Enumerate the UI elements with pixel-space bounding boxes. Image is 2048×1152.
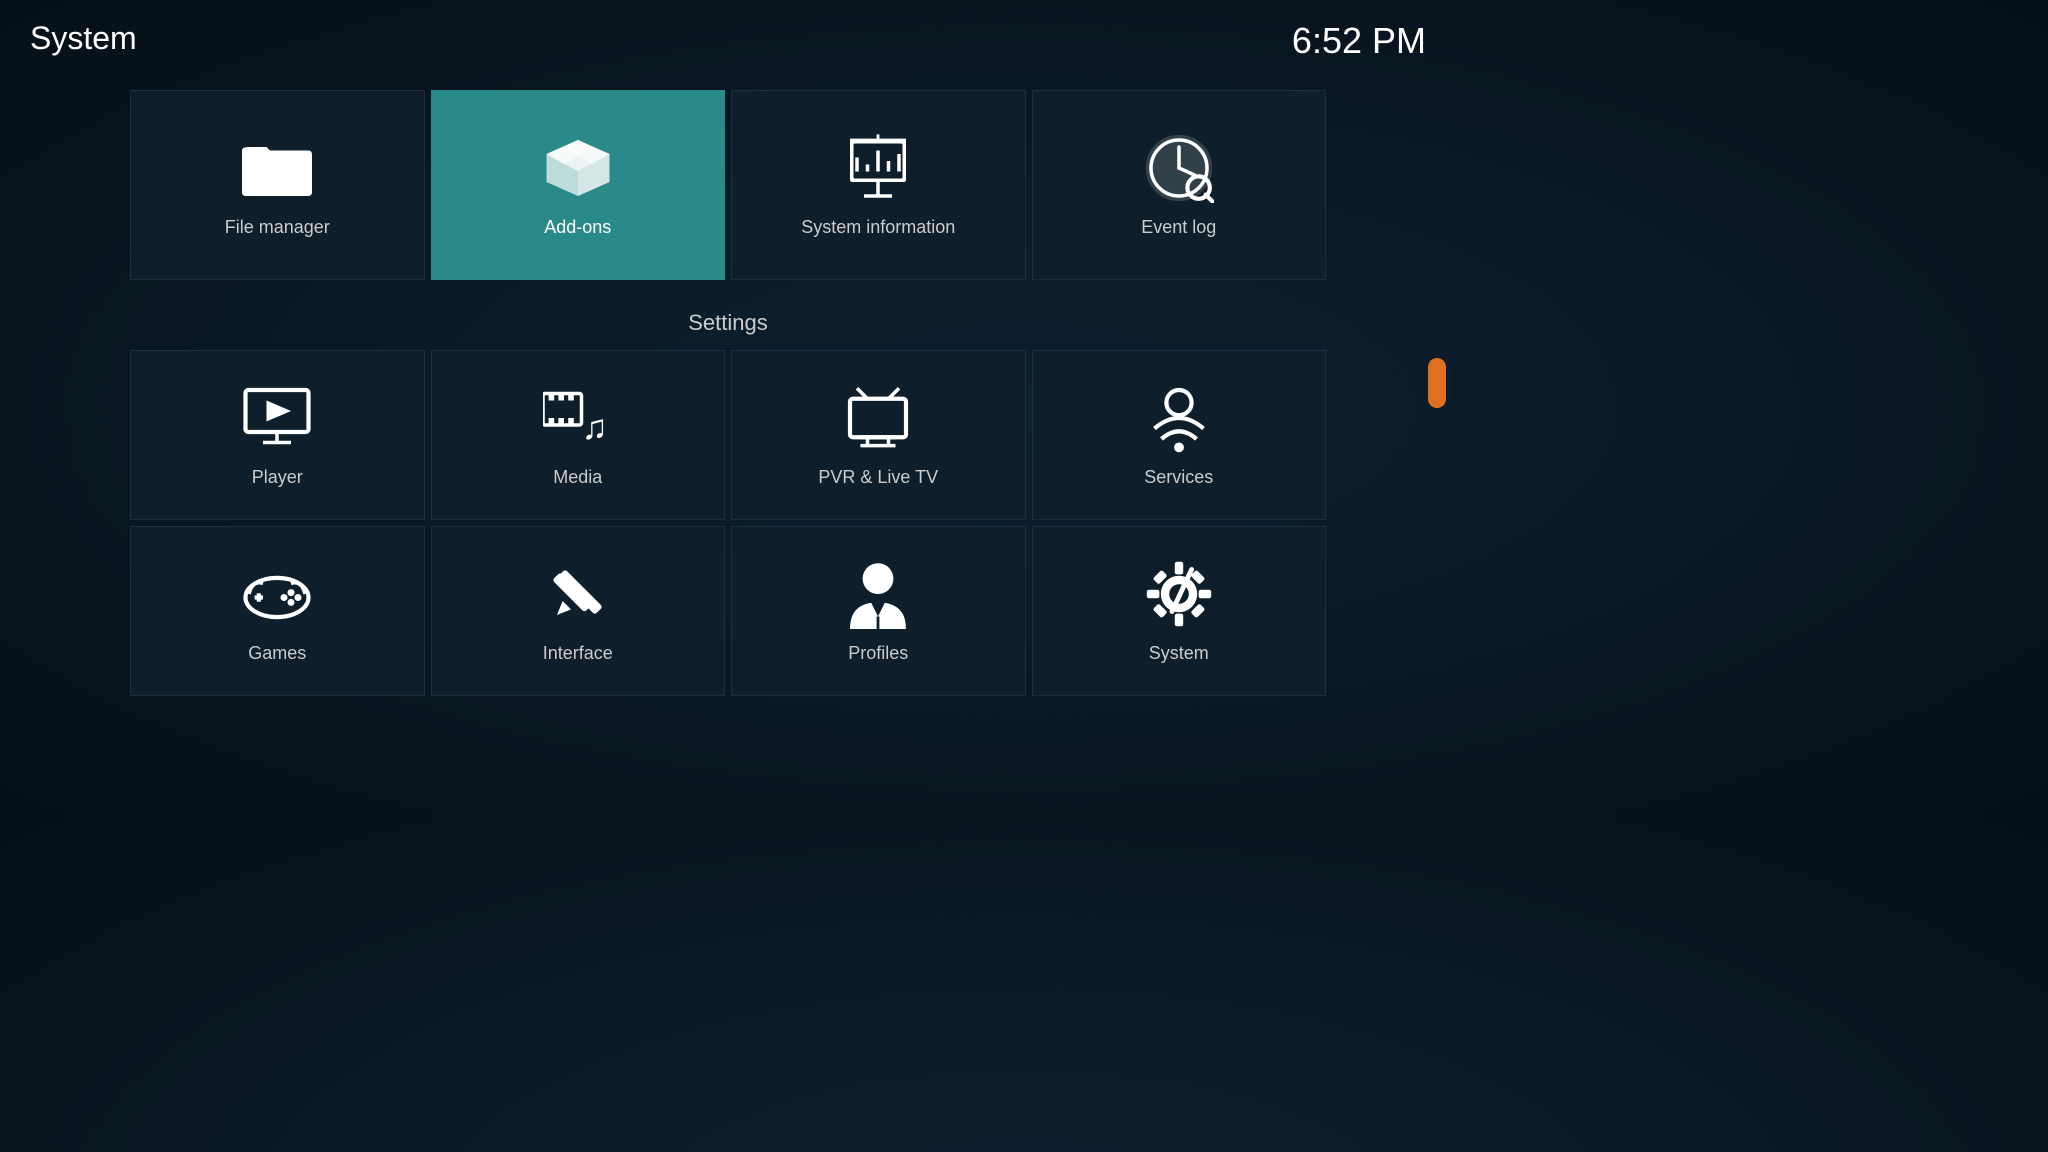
sysinfo-icon: [843, 133, 913, 203]
media-icon: ♫: [543, 383, 613, 453]
tile-system[interactable]: System: [1032, 526, 1327, 696]
tile-media-label: Media: [553, 467, 602, 488]
services-icon: [1144, 383, 1214, 453]
tile-interface-label: Interface: [543, 643, 613, 664]
tile-services-label: Services: [1144, 467, 1213, 488]
tile-games[interactable]: Games: [130, 526, 425, 696]
tile-player-label: Player: [252, 467, 303, 488]
clock: 6:52 PM: [1292, 20, 1426, 62]
top-tile-row: File manager Add-ons: [130, 90, 1326, 280]
tile-event-log[interactable]: Event log: [1032, 90, 1327, 280]
tile-media[interactable]: ♫ Media: [431, 350, 726, 520]
eventlog-icon: [1144, 133, 1214, 203]
tile-file-manager[interactable]: File manager: [130, 90, 425, 280]
system-icon: [1144, 559, 1214, 629]
tile-pvr-live-tv[interactable]: PVR & Live TV: [731, 350, 1026, 520]
tile-player[interactable]: Player: [130, 350, 425, 520]
tile-services[interactable]: Services: [1032, 350, 1327, 520]
settings-section-label: Settings: [0, 310, 1456, 336]
tile-pvr-live-tv-label: PVR & Live TV: [818, 467, 938, 488]
tile-system-information-label: System information: [801, 217, 955, 238]
tile-profiles-label: Profiles: [848, 643, 908, 664]
tile-profiles[interactable]: Profiles: [731, 526, 1026, 696]
tile-interface[interactable]: Interface: [431, 526, 726, 696]
interface-icon: [543, 559, 613, 629]
player-icon: [242, 383, 312, 453]
pvr-icon: [843, 383, 913, 453]
settings-grid: Player ♫ Media: [130, 350, 1326, 696]
tile-system-label: System: [1149, 643, 1209, 664]
tile-add-ons[interactable]: Add-ons: [431, 90, 726, 280]
page-title: System: [30, 20, 137, 57]
tile-event-log-label: Event log: [1141, 217, 1216, 238]
svg-text:♫: ♫: [581, 408, 607, 447]
profiles-icon: [843, 559, 913, 629]
tile-games-label: Games: [248, 643, 306, 664]
folder-icon: [242, 133, 312, 203]
addons-icon: [543, 133, 613, 203]
games-icon: [242, 559, 312, 629]
scroll-indicator: [1428, 358, 1446, 408]
tile-file-manager-label: File manager: [225, 217, 330, 238]
tile-system-information[interactable]: System information: [731, 90, 1026, 280]
tile-add-ons-label: Add-ons: [544, 217, 611, 238]
